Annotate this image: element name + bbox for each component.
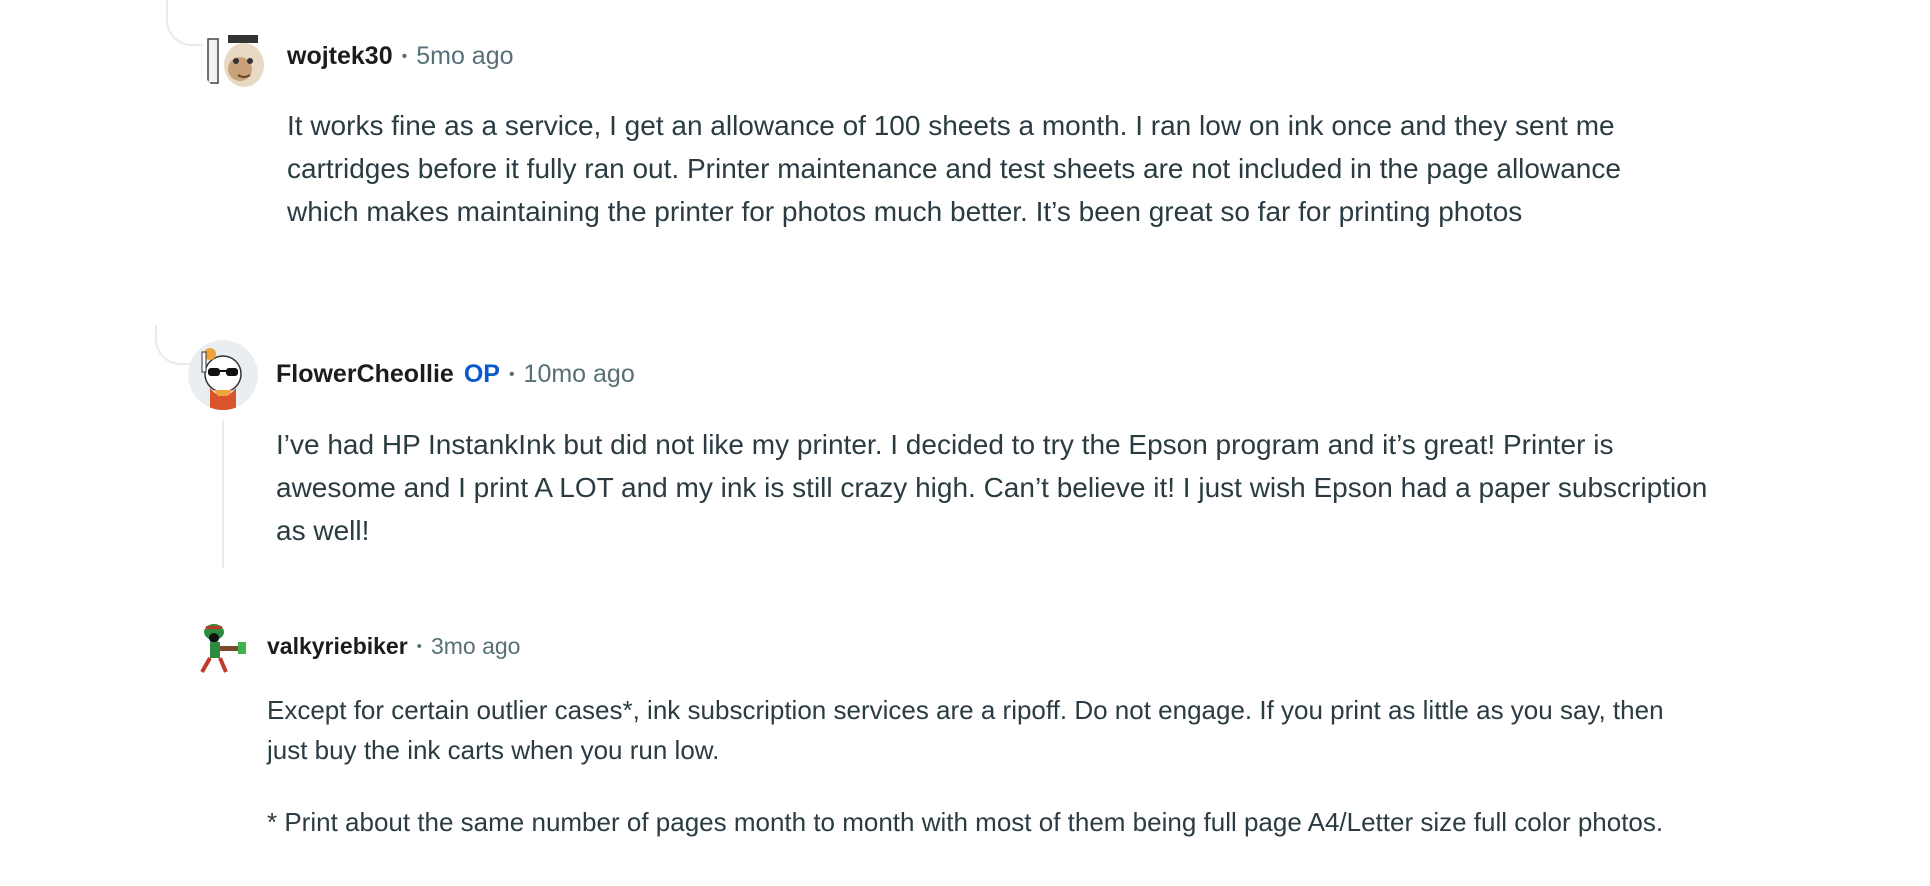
comment-time[interactable]: 3mo ago <box>431 633 521 660</box>
comment-body: I’ve had HP InstankInk but did not like … <box>276 423 1736 552</box>
author-name[interactable]: valkyriebiker <box>267 633 408 660</box>
avatar[interactable] <box>196 618 248 674</box>
op-badge: OP <box>463 360 500 388</box>
comment-meta: valkyriebiker • 3mo ago <box>267 633 520 660</box>
comment-meta: FlowerCheollie OP • 10mo ago <box>276 360 635 389</box>
comment-time[interactable]: 5mo ago <box>416 42 513 71</box>
meta-separator: • <box>401 47 408 65</box>
meta-separator: • <box>416 638 422 655</box>
avatar[interactable] <box>200 25 268 93</box>
comment-paragraph: It works fine as a service, I get an all… <box>287 110 1621 227</box>
comment-time[interactable]: 10mo ago <box>524 360 635 389</box>
avatar[interactable] <box>188 340 258 410</box>
meta-separator: • <box>508 365 515 383</box>
author-name[interactable]: wojtek30 <box>287 42 393 71</box>
comment-meta: wojtek30 • 5mo ago <box>287 42 514 71</box>
thread-connector <box>166 0 210 46</box>
author-name[interactable]: FlowerCheollie <box>276 360 454 389</box>
comment-paragraph: I’ve had HP InstankInk but did not like … <box>276 429 1708 546</box>
comment-paragraph: * Print about the same number of pages m… <box>267 807 1664 837</box>
comment-body: Except for certain outlier cases*, ink s… <box>267 690 1697 842</box>
comment-paragraph: Except for certain outlier cases*, ink s… <box>267 695 1664 765</box>
comment-body: It works fine as a service, I get an all… <box>287 104 1667 233</box>
thread-line[interactable] <box>222 420 224 568</box>
